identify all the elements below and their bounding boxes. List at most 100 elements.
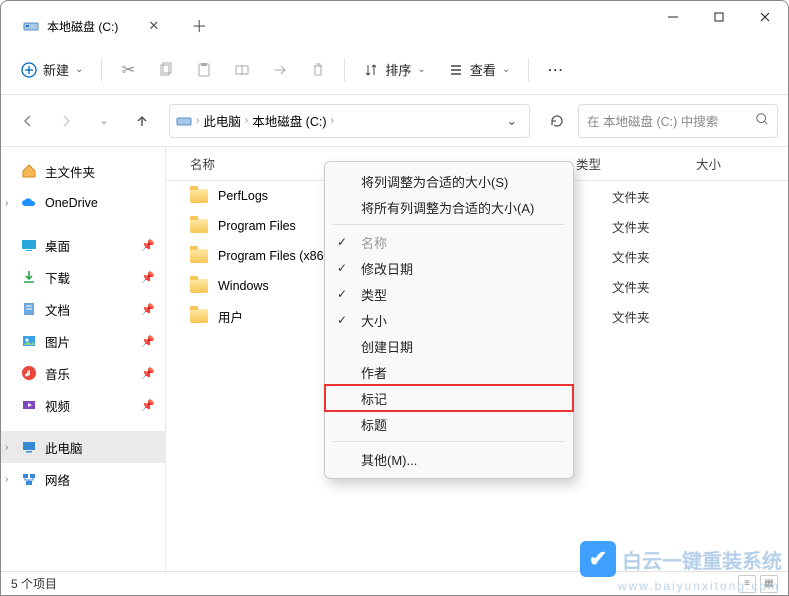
expand-icon[interactable]: ›	[5, 198, 8, 209]
search-placeholder: 在 本地磁盘 (C:) 中搜索	[587, 111, 718, 130]
sidebar-item-music[interactable]: 音乐 📌	[1, 357, 165, 389]
new-tab-button[interactable]: ＋	[183, 9, 215, 41]
file-type: 文件夹	[612, 247, 732, 266]
sidebar-label: 音乐	[45, 364, 70, 383]
pin-icon: 📌	[141, 399, 155, 412]
view-label: 查看	[470, 60, 496, 79]
back-button[interactable]	[11, 104, 45, 138]
view-thumbnails-button[interactable]: ▦	[760, 575, 778, 593]
toolbar-separator	[528, 58, 529, 82]
video-icon	[21, 397, 37, 413]
view-details-button[interactable]: ≡	[738, 575, 756, 593]
column-header-type[interactable]: 类型	[576, 154, 696, 173]
sidebar-label: 主文件夹	[45, 162, 95, 181]
search-box[interactable]: 在 本地磁盘 (C:) 中搜索	[578, 104, 778, 138]
sidebar-item-downloads[interactable]: 下载 📌	[1, 261, 165, 293]
check-icon: ✓	[337, 235, 347, 249]
copy-button[interactable]	[150, 53, 182, 87]
column-header-size[interactable]: 大小	[696, 154, 776, 173]
check-icon: ✓	[337, 261, 347, 275]
sidebar-label: 视频	[45, 396, 70, 415]
recent-dropdown[interactable]: ⌄	[87, 104, 121, 138]
cut-button[interactable]: ✂	[112, 53, 144, 87]
sidebar-item-desktop[interactable]: 桌面 📌	[1, 229, 165, 261]
folder-icon	[190, 249, 208, 263]
sidebar-item-network[interactable]: › 网络	[1, 463, 165, 495]
rename-icon	[234, 62, 250, 78]
tab-close-button[interactable]: ✕	[148, 18, 159, 34]
pin-icon: 📌	[141, 271, 155, 284]
ctx-column-modified[interactable]: ✓修改日期	[325, 255, 573, 281]
sidebar-item-onedrive[interactable]: › OneDrive	[1, 187, 165, 219]
ctx-column-created[interactable]: 创建日期	[325, 333, 573, 359]
new-button-label: 新建	[43, 60, 69, 79]
sidebar-item-videos[interactable]: 视频 📌	[1, 389, 165, 421]
refresh-button[interactable]	[540, 104, 574, 138]
new-button[interactable]: 新建 ⌄	[13, 53, 91, 87]
expand-icon[interactable]: ›	[5, 442, 8, 453]
ctx-column-size[interactable]: ✓大小	[325, 307, 573, 333]
sort-button[interactable]: 排序 ⌄	[355, 53, 433, 87]
sidebar-label: 桌面	[45, 236, 70, 255]
breadcrumb-root[interactable]: 此电脑	[203, 111, 241, 130]
sidebar-item-thispc[interactable]: › 此电脑	[1, 431, 165, 463]
ctx-column-tags[interactable]: 标记	[325, 385, 573, 411]
rename-button[interactable]	[226, 53, 258, 87]
pictures-icon	[21, 333, 37, 349]
computer-icon	[21, 439, 37, 455]
menu-separator	[333, 441, 565, 442]
sidebar-item-documents[interactable]: 文档 📌	[1, 293, 165, 325]
navigation-pane: 主文件夹 › OneDrive 桌面 📌 下载 📌 文档 📌 图片 📌	[1, 147, 166, 573]
expand-icon[interactable]: ›	[5, 474, 8, 485]
folder-icon	[190, 279, 208, 293]
breadcrumb-current[interactable]: 本地磁盘 (C:)	[252, 111, 326, 130]
pin-icon: 📌	[141, 335, 155, 348]
chevron-right-icon: ›	[331, 115, 334, 126]
delete-button[interactable]	[302, 53, 334, 87]
address-bar-row: ⌄ › 此电脑 › 本地磁盘 (C:) › ⌄ 在 本地磁盘 (C:) 中搜索	[1, 95, 788, 147]
ctx-column-author[interactable]: 作者	[325, 359, 573, 385]
ctx-column-name: ✓名称	[325, 229, 573, 255]
document-icon	[21, 301, 37, 317]
ctx-fit-all-columns[interactable]: 将所有列调整为合适的大小(A)	[325, 194, 573, 220]
chevron-down-icon: ⌄	[417, 64, 425, 75]
chevron-down-icon: ⌄	[75, 64, 83, 75]
sidebar-item-home[interactable]: 主文件夹	[1, 155, 165, 187]
pin-icon: 📌	[141, 367, 155, 380]
clipboard-icon	[196, 62, 212, 78]
paste-button[interactable]	[188, 53, 220, 87]
address-history-dropdown[interactable]: ⌄	[501, 113, 523, 128]
column-context-menu: 将列调整为合适的大小(S) 将所有列调整为合适的大小(A) ✓名称 ✓修改日期 …	[324, 161, 574, 479]
check-icon: ✓	[337, 313, 347, 327]
ctx-column-type[interactable]: ✓类型	[325, 281, 573, 307]
file-type: 文件夹	[612, 217, 732, 236]
ctx-fit-column[interactable]: 将列调整为合适的大小(S)	[325, 168, 573, 194]
folder-icon	[190, 189, 208, 203]
ctx-column-other[interactable]: 其他(M)...	[325, 446, 573, 472]
file-type: 文件夹	[612, 277, 732, 296]
pin-icon: 📌	[141, 303, 155, 316]
plus-circle-icon	[21, 62, 37, 78]
forward-button[interactable]	[49, 104, 83, 138]
cloud-icon	[21, 195, 37, 211]
toolbar-separator	[101, 58, 102, 82]
maximize-button[interactable]	[696, 1, 742, 33]
ctx-column-title[interactable]: 标题	[325, 411, 573, 437]
folder-icon	[190, 309, 208, 323]
close-window-button[interactable]	[742, 1, 788, 33]
up-button[interactable]	[125, 104, 159, 138]
more-button[interactable]: ⋯	[539, 53, 571, 87]
address-bar[interactable]: › 此电脑 › 本地磁盘 (C:) › ⌄	[169, 104, 530, 138]
drive-icon	[176, 113, 192, 129]
trash-icon	[310, 62, 326, 78]
sidebar-item-pictures[interactable]: 图片 📌	[1, 325, 165, 357]
view-icon	[448, 62, 464, 78]
view-button[interactable]: 查看 ⌄	[440, 53, 518, 87]
sidebar-label: 文档	[45, 300, 70, 319]
minimize-button[interactable]	[650, 1, 696, 33]
status-item-count: 5 个项目	[11, 575, 57, 592]
menu-separator	[333, 224, 565, 225]
share-button[interactable]	[264, 53, 296, 87]
window-tab[interactable]: 本地磁盘 (C:) ✕	[9, 7, 173, 45]
check-icon: ✓	[337, 287, 347, 301]
